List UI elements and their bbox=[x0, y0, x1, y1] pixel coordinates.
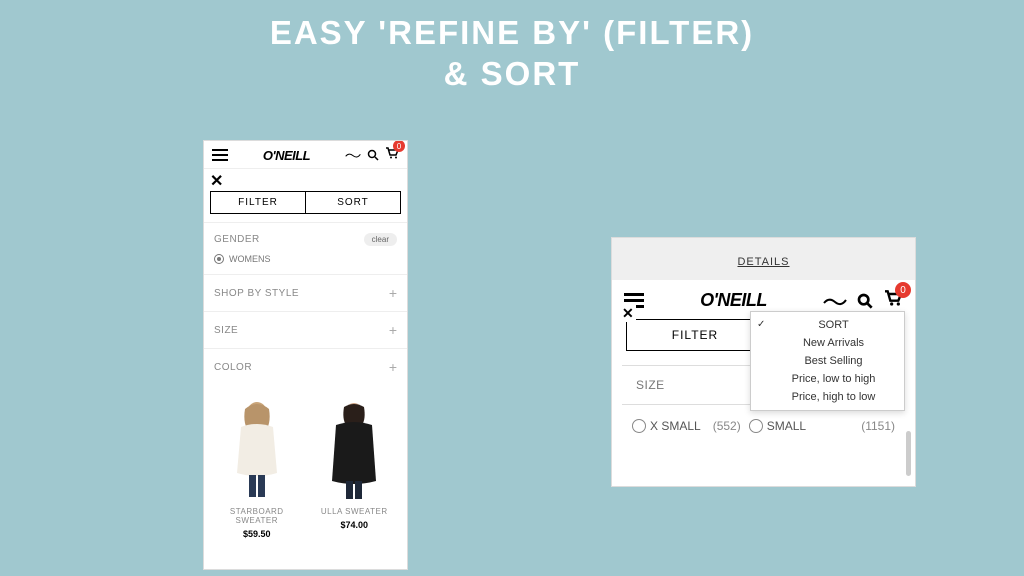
close-icon[interactable]: ✕ bbox=[620, 305, 636, 322]
filter-sort-row: ✕ FILTER SORT New Arrivals Best Selling … bbox=[626, 319, 901, 351]
topbar: O'NEILL 0 bbox=[204, 141, 407, 169]
section-gender: GENDER clear WOMENS bbox=[204, 222, 407, 274]
tab-sort[interactable]: SORT bbox=[306, 192, 400, 213]
product-grid: STARBOARD SWEATER $59.50 ULLA SWEATER $7… bbox=[204, 385, 407, 539]
details-link[interactable]: DETAILS bbox=[737, 256, 789, 268]
expand-icon: + bbox=[389, 285, 397, 301]
filter-sort-tabs: FILTER SORT bbox=[210, 191, 401, 214]
expand-icon: + bbox=[389, 322, 397, 338]
cart-badge: 0 bbox=[393, 140, 405, 152]
search-icon[interactable] bbox=[367, 149, 379, 161]
gender-option-label: WOMENS bbox=[229, 254, 271, 264]
sort-option-best-selling[interactable]: Best Selling bbox=[751, 352, 904, 370]
size-option-small[interactable]: SMALL bbox=[767, 419, 806, 433]
size-label: SIZE bbox=[214, 325, 238, 336]
title-line-2: & SORT bbox=[0, 53, 1024, 94]
brand-logo: O'NEILL bbox=[700, 290, 767, 311]
section-color[interactable]: COLOR + bbox=[204, 348, 407, 385]
sort-option-price-high-low[interactable]: Price, high to low bbox=[751, 388, 904, 406]
product-card[interactable]: STARBOARD SWEATER $59.50 bbox=[212, 391, 302, 539]
slide-title: EASY 'REFINE BY' (FILTER) & SORT bbox=[0, 0, 1024, 95]
product-price: $74.00 bbox=[310, 520, 400, 530]
product-image bbox=[212, 391, 302, 501]
sort-option-new-arrivals[interactable]: New Arrivals bbox=[751, 334, 904, 352]
radio-icon[interactable] bbox=[632, 419, 646, 433]
title-line-1: EASY 'REFINE BY' (FILTER) bbox=[0, 12, 1024, 53]
product-image bbox=[310, 391, 400, 501]
product-card[interactable]: ULLA SWEATER $74.00 bbox=[310, 391, 400, 539]
size-options: X SMALL (552) SMALL (1151) bbox=[618, 415, 909, 433]
details-bar: DETAILS bbox=[612, 238, 915, 280]
sort-option-price-low-high[interactable]: Price, low to high bbox=[751, 370, 904, 388]
cart-button[interactable]: 0 bbox=[883, 290, 903, 311]
size-count: (552) bbox=[713, 419, 741, 433]
tab-filter[interactable]: FILTER bbox=[211, 192, 306, 213]
product-name: ULLA SWEATER bbox=[310, 507, 400, 516]
top-icons: 0 bbox=[823, 290, 903, 311]
close-icon[interactable]: ✕ bbox=[204, 169, 407, 191]
expand-icon: + bbox=[389, 359, 397, 375]
scrollbar[interactable] bbox=[906, 431, 911, 476]
color-label: COLOR bbox=[214, 362, 252, 373]
cart-button[interactable]: 0 bbox=[385, 146, 399, 164]
sort-option-header[interactable]: SORT bbox=[751, 316, 904, 334]
phone-left: O'NEILL 0 ✕ FILTER SORT GENDER clear WOM… bbox=[203, 140, 408, 570]
wave-icon bbox=[823, 295, 847, 307]
search-icon[interactable] bbox=[857, 293, 873, 309]
wave-icon bbox=[345, 151, 361, 159]
section-size[interactable]: SIZE + bbox=[204, 311, 407, 348]
top-icons: 0 bbox=[345, 146, 399, 164]
gender-label: GENDER bbox=[214, 234, 260, 245]
tab-filter[interactable]: FILTER bbox=[627, 320, 764, 350]
section-shop-by-style[interactable]: SHOP BY STYLE + bbox=[204, 274, 407, 311]
brand-logo: O'NEILL bbox=[263, 148, 310, 163]
clear-button[interactable]: clear bbox=[364, 233, 397, 246]
radio-icon[interactable] bbox=[749, 419, 763, 433]
product-price: $59.50 bbox=[212, 529, 302, 539]
size-label: SIZE bbox=[636, 378, 665, 392]
sort-dropdown: SORT New Arrivals Best Selling Price, lo… bbox=[750, 311, 905, 411]
style-label: SHOP BY STYLE bbox=[214, 288, 299, 299]
gender-option-womens[interactable]: WOMENS bbox=[214, 254, 397, 264]
menu-icon[interactable] bbox=[212, 149, 228, 161]
product-name: STARBOARD SWEATER bbox=[212, 507, 302, 525]
size-option-xsmall[interactable]: X SMALL bbox=[650, 419, 701, 433]
size-count: (1151) bbox=[861, 419, 895, 433]
radio-icon bbox=[214, 254, 224, 264]
cart-badge: 0 bbox=[895, 282, 911, 298]
phone-right: DETAILS O'NEILL 0 ✕ FILTER SORT New Arri… bbox=[611, 237, 916, 487]
